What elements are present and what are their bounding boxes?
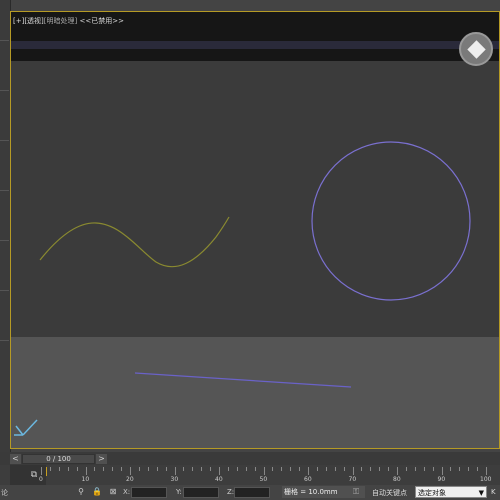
track-tick	[112, 467, 114, 471]
selection-set-value: 选定对象	[418, 489, 446, 497]
track-tick	[201, 467, 203, 471]
track-tick	[192, 467, 194, 471]
x-field[interactable]	[131, 487, 167, 498]
track-tick	[94, 467, 96, 471]
track-tick	[450, 467, 452, 471]
track-tick-label: 80	[393, 476, 401, 483]
track-tick	[432, 467, 434, 471]
track-tick	[468, 467, 470, 471]
track-tick	[423, 467, 425, 471]
track-tick-label: 100	[480, 476, 492, 483]
track-tick	[414, 467, 416, 471]
circle-shape[interactable]	[311, 141, 471, 301]
track-tick	[405, 467, 407, 471]
track-tick	[316, 467, 318, 471]
track-tick-label: 0	[39, 476, 43, 483]
track-tick	[130, 467, 131, 475]
strip-divider	[0, 140, 9, 141]
track-tick-label: 70	[348, 476, 357, 483]
track-tick	[103, 467, 105, 471]
track-tick	[263, 467, 265, 475]
strip-divider	[0, 90, 9, 91]
status-bar: 论 ⚲ 🔒 ⊠ X: Y: Z: 栅格 = 10.0mm ⚿ 自动关键点 选定对…	[0, 485, 500, 500]
line-shape[interactable]	[134, 372, 352, 388]
track-tick	[138, 467, 140, 471]
track-tick	[254, 467, 256, 471]
time-slider[interactable]: 0 / 100	[22, 454, 95, 464]
time-prev-button[interactable]: <	[10, 454, 21, 464]
track-tick	[121, 467, 123, 471]
track-tick	[441, 467, 443, 475]
x-label: X:	[123, 488, 131, 496]
status-left-label: 论	[1, 489, 8, 497]
yellow-curve-shape[interactable]	[39, 216, 230, 268]
time-slider-bar: < 0 / 100 >	[0, 452, 500, 465]
track-tick	[272, 467, 274, 471]
track-tick-label: 50	[259, 476, 268, 483]
time-marker[interactable]	[46, 467, 47, 476]
track-tick	[76, 467, 78, 471]
strip-divider	[0, 290, 9, 291]
track-tick	[299, 467, 301, 471]
time-next-button[interactable]: >	[96, 454, 107, 464]
track-tick	[49, 467, 51, 471]
strip-divider	[0, 340, 9, 341]
track-tick	[147, 467, 149, 471]
track-tick	[245, 467, 247, 471]
track-bar[interactable]: ⧉ 0 10 20 30 40 50 60 70 80 90 100	[0, 465, 500, 485]
isolate-icon[interactable]: ⚲	[76, 487, 86, 497]
perspective-viewport[interactable]: [+][透视][明暗处理] <<已禁用>>	[10, 11, 500, 449]
track-tick	[343, 467, 345, 471]
track-tick-label: 40	[215, 476, 223, 483]
absolute-mode-icon[interactable]: ⊠	[108, 487, 118, 497]
track-tick-label: 20	[126, 476, 134, 483]
track-tick	[281, 467, 283, 471]
selection-set-dropdown[interactable]: 选定对象 ▼	[415, 486, 487, 498]
strip-divider	[0, 40, 9, 41]
track-tick-label: 10	[81, 476, 90, 483]
track-tick	[459, 467, 461, 471]
y-field[interactable]	[183, 487, 219, 498]
track-tick	[486, 467, 487, 475]
track-tick	[388, 467, 390, 471]
lock-icon[interactable]: 🔒	[92, 487, 102, 497]
track-tick	[325, 467, 327, 471]
track-tick	[290, 467, 292, 471]
track-tick	[41, 467, 42, 475]
track-tick	[219, 467, 220, 475]
strip-divider	[0, 190, 9, 191]
track-tick	[352, 467, 354, 475]
track-tick	[227, 467, 229, 471]
strip-divider	[0, 240, 9, 241]
track-tick	[379, 467, 381, 471]
track-tick-label: 90	[437, 476, 446, 483]
axis-gizmo-icon	[14, 419, 38, 436]
key-icon[interactable]: ⚿	[351, 487, 361, 497]
z-field[interactable]	[234, 487, 270, 498]
track-tick	[67, 467, 69, 471]
track-tick	[156, 467, 158, 471]
track-tick	[334, 467, 336, 471]
track-tick	[85, 467, 87, 475]
track-tick	[397, 467, 398, 475]
chevron-down-icon: ▼	[478, 489, 484, 497]
y-label: Y:	[176, 488, 182, 496]
track-tick	[58, 467, 60, 471]
track-tick	[308, 467, 309, 475]
viewport-scene	[14, 141, 471, 436]
track-tick	[370, 467, 372, 471]
track-tick	[183, 467, 185, 471]
track-tick-label: 30	[170, 476, 179, 483]
track-tick	[210, 467, 212, 471]
track-tick	[236, 467, 238, 471]
track-tick	[477, 467, 479, 471]
track-tick	[174, 467, 176, 475]
auto-key-button[interactable]: 自动关键点	[372, 488, 407, 498]
track-tick	[165, 467, 167, 471]
track-tick	[361, 467, 363, 471]
set-key-label[interactable]: K	[491, 488, 496, 496]
track-tick-label: 60	[304, 476, 312, 483]
